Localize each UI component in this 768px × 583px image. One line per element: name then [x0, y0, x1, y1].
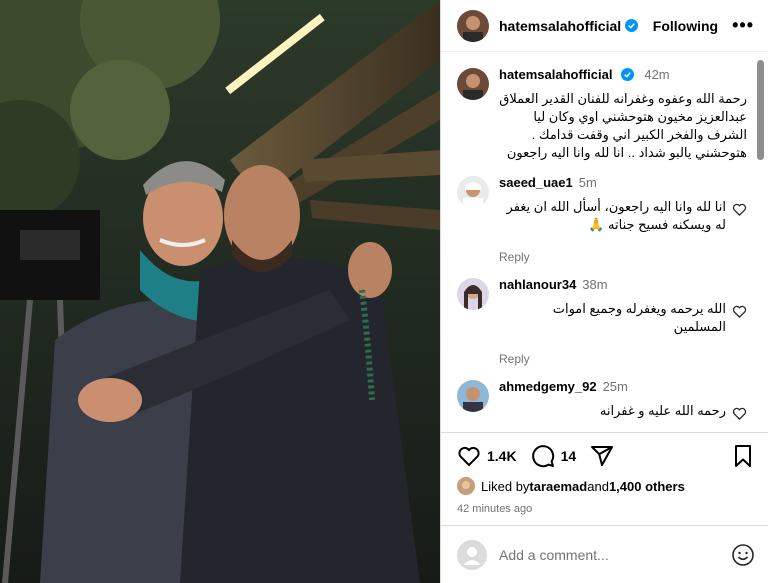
post-timestamp: 42 minutes ago: [457, 503, 533, 515]
comments-scrollbar[interactable]: [757, 60, 764, 160]
bookmark-icon[interactable]: [731, 444, 755, 468]
caption-avatar[interactable]: [457, 68, 489, 100]
photo-illustration: [0, 0, 440, 583]
caption: hatemsalahofficial 42m رحمة الله وعفوه و…: [457, 66, 747, 162]
comments-list[interactable]: hatemsalahofficial 42m رحمة الله وعفوه و…: [441, 56, 759, 432]
reply-button[interactable]: Reply: [499, 250, 726, 264]
post-sidebar: hatemsalahofficial Following ••• hatemsa…: [440, 0, 768, 583]
share-icon[interactable]: [590, 444, 614, 468]
author-avatar[interactable]: [457, 9, 489, 42]
verified-badge-icon: [620, 68, 634, 81]
liked-by: Liked by taraemad and 1,400 others: [457, 477, 755, 495]
comment-time: 38m: [582, 277, 608, 292]
comment-count[interactable]: 14: [561, 448, 577, 464]
comment-icon[interactable]: [531, 444, 555, 468]
post-actions: 1.4K 14 Liked by taraemad and 1,400 othe…: [441, 432, 768, 515]
verified-badge-icon: [625, 19, 639, 32]
commenter-avatar[interactable]: [457, 380, 489, 412]
caption-time: 42m: [644, 67, 670, 82]
comment-item: ahmedgemy_92 25m رحمه الله عليه و غفرانه: [457, 378, 747, 421]
add-comment-bar: Add a comment...: [441, 525, 768, 583]
liked-by-and: and: [587, 478, 609, 494]
comment-text: رحمه الله عليه و غفرانه: [599, 403, 726, 418]
comment-like-icon[interactable]: [732, 202, 747, 217]
comment-item: nahlanour34 38m الله يرحمه ويغفرله وجميع …: [457, 276, 747, 366]
comment-item: saeed_uae1 5m انا لله وانا اليه راجعون، أ…: [457, 174, 747, 264]
add-comment-input[interactable]: Add a comment...: [499, 547, 731, 563]
liked-by-prefix: Liked by: [481, 478, 530, 494]
comment-username[interactable]: saeed_uae1: [499, 175, 573, 190]
comment-time: 5m: [578, 175, 597, 190]
more-options-icon[interactable]: •••: [732, 15, 754, 36]
emoji-icon[interactable]: [731, 543, 755, 567]
liked-by-others[interactable]: 1,400 others: [609, 479, 685, 494]
comment-like-icon[interactable]: [732, 406, 747, 421]
comment-text: الله يرحمه ويغفرله وجميع اموات المسلمين: [552, 301, 726, 334]
post-modal: hatemsalahofficial Following ••• hatemsa…: [0, 0, 768, 583]
liker-avatar[interactable]: [457, 477, 475, 495]
comment-text: انا لله وانا اليه راجعون، أسأل الله ان ي…: [506, 199, 726, 232]
author-username[interactable]: hatemsalahofficial: [499, 18, 621, 34]
comment-username[interactable]: nahlanour34: [499, 277, 576, 292]
comment-time: 25m: [602, 379, 628, 394]
post-photo[interactable]: [0, 0, 440, 583]
commenter-avatar[interactable]: [457, 176, 489, 208]
commenter-avatar[interactable]: [457, 278, 489, 310]
comment-like-icon[interactable]: [732, 304, 747, 319]
caption-username[interactable]: hatemsalahofficial: [499, 67, 612, 82]
caption-text: رحمة الله وعفوه وغفرانه للفنان القدير ال…: [499, 91, 747, 160]
like-count[interactable]: 1.4K: [487, 448, 517, 464]
like-icon[interactable]: [457, 444, 481, 468]
following-button[interactable]: Following: [653, 18, 718, 34]
reply-button[interactable]: Reply: [499, 352, 726, 366]
user-avatar-icon: [457, 539, 487, 570]
liked-by-user[interactable]: taraemad: [529, 479, 587, 494]
post-header: hatemsalahofficial Following •••: [441, 0, 768, 52]
comment-username[interactable]: ahmedgemy_92: [499, 379, 597, 394]
